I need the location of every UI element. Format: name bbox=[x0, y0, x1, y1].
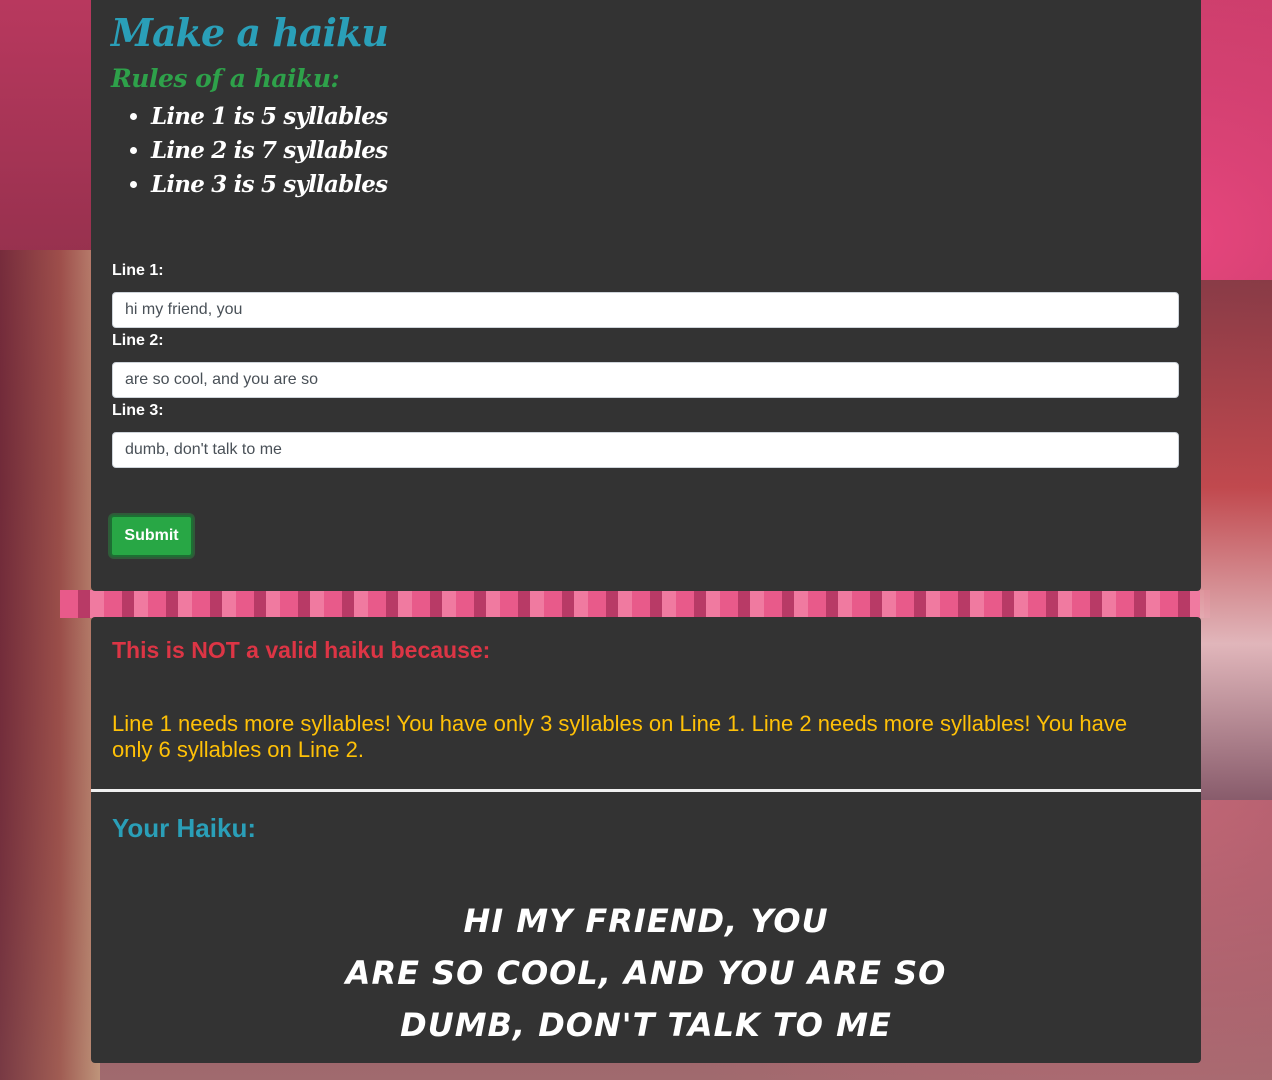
haiku-form-panel: Make a haiku Rules of a haiku: Line 1 is… bbox=[91, 0, 1201, 591]
line-3-input[interactable] bbox=[112, 432, 1179, 468]
rule-item-line-1: Line 1 is 5 syllables bbox=[151, 100, 388, 134]
rules-list: Line 1 is 5 syllables Line 2 is 7 syllab… bbox=[131, 100, 388, 202]
line-2-input[interactable] bbox=[112, 362, 1179, 398]
haiku-output: hi my friend, you are so cool, and you a… bbox=[91, 895, 1201, 1051]
invalid-haiku-heading: This is NOT a valid haiku because: bbox=[112, 637, 491, 663]
haiku-line-1: hi my friend, you bbox=[463, 902, 829, 940]
line-1-input[interactable] bbox=[112, 292, 1179, 328]
submit-button[interactable]: Submit bbox=[110, 515, 193, 557]
background-tree-trunk bbox=[0, 250, 100, 1080]
syllable-error-message: Line 1 needs more syllables! You have on… bbox=[112, 711, 1128, 762]
background-blossoms bbox=[60, 590, 1210, 618]
haiku-line-2: are so cool, and you are so bbox=[345, 954, 947, 992]
rules-heading: Rules of a haiku: bbox=[111, 64, 340, 93]
section-divider bbox=[91, 789, 1201, 792]
line-3-label: Line 3: bbox=[112, 402, 164, 419]
haiku-result-panel: This is NOT a valid haiku because: Line … bbox=[91, 617, 1201, 1063]
your-haiku-heading: Your Haiku: bbox=[112, 813, 256, 843]
haiku-line-3: dumb, don't talk to me bbox=[400, 1006, 892, 1044]
rule-item-line-2: Line 2 is 7 syllables bbox=[151, 134, 388, 168]
rule-item-line-3: Line 3 is 5 syllables bbox=[151, 168, 388, 202]
background-building bbox=[1200, 280, 1272, 800]
line-2-label: Line 2: bbox=[112, 332, 164, 349]
line-1-label: Line 1: bbox=[112, 262, 164, 279]
page-title: Make a haiku bbox=[111, 10, 389, 55]
